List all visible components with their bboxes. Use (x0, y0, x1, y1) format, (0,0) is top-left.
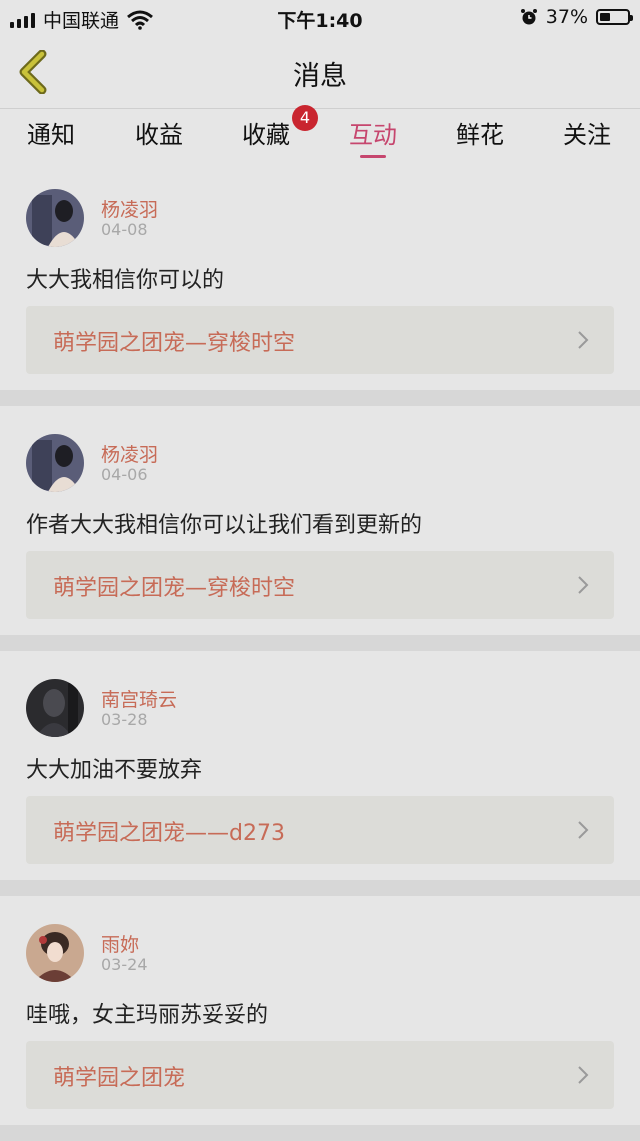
nav-bar: 消息 (0, 36, 640, 109)
avatar[interactable] (26, 434, 84, 492)
chevron-right-icon (578, 331, 589, 349)
battery-icon (596, 9, 633, 25)
book-link[interactable]: 萌学园之团宠—穿梭时空 (26, 306, 614, 374)
battery-percent: 37% (545, 6, 588, 28)
comment-text: 大大加油不要放弃 (26, 758, 203, 783)
book-title: 萌学园之团宠 (53, 1066, 186, 1091)
comment-date: 03-28 (101, 710, 148, 729)
tab-following[interactable]: 关注 (547, 115, 627, 150)
comment-date: 04-06 (101, 465, 148, 484)
book-title: 萌学园之团宠——d273 (53, 821, 285, 846)
user-name[interactable]: 杨凌羽 (101, 195, 158, 222)
book-link[interactable]: 萌学园之团宠 (26, 1041, 614, 1109)
comment-text: 作者大大我相信你可以让我们看到更新的 (26, 513, 423, 538)
user-name[interactable]: 雨妳 (101, 930, 139, 957)
tab-label: 关注 (563, 121, 611, 149)
page-title: 消息 (293, 61, 347, 92)
comment-text: 哇哦，女主玛丽苏妥妥的 (26, 1003, 269, 1028)
list-item: 杨凌羽 04-08 大大我相信你可以的 萌学园之团宠—穿梭时空 (0, 161, 640, 389)
user-name[interactable]: 南宫琦云 (101, 685, 177, 712)
tab-notifications[interactable]: 通知 (11, 115, 91, 150)
book-link[interactable]: 萌学园之团宠—穿梭时空 (26, 551, 614, 619)
status-bar: 中国联通 下午1:40 37% (0, 0, 640, 36)
book-title: 萌学园之团宠—穿梭时空 (53, 331, 296, 356)
tab-label: 收益 (135, 121, 183, 149)
tab-favorites[interactable]: 收藏 4 (226, 105, 318, 150)
avatar[interactable] (26, 189, 84, 247)
user-name[interactable]: 杨凌羽 (101, 440, 158, 467)
tab-bar: 通知 收益 收藏 4 互动 鲜花 关注 (0, 105, 640, 161)
active-tab-indicator (360, 155, 386, 158)
tab-label: 互动 (349, 121, 397, 149)
book-link[interactable]: 萌学园之团宠——d273 (26, 796, 614, 864)
chevron-right-icon (578, 576, 589, 594)
list-item: 南宫琦云 03-28 大大加油不要放弃 萌学园之团宠——d273 (0, 651, 640, 879)
list-item: 雨妳 03-24 哇哦，女主玛丽苏妥妥的 萌学园之团宠 (0, 896, 640, 1124)
chevron-right-icon (578, 1066, 589, 1084)
tab-label: 通知 (27, 121, 75, 149)
divider (0, 635, 640, 651)
alarm-icon (520, 9, 537, 25)
tab-interactions[interactable]: 互动 (333, 115, 413, 158)
avatar[interactable] (26, 924, 84, 982)
comment-text: 大大我相信你可以的 (26, 268, 225, 293)
chevron-right-icon (578, 821, 589, 839)
book-title: 萌学园之团宠—穿梭时空 (53, 576, 296, 601)
comment-date: 04-08 (101, 220, 148, 239)
list-item: 杨凌羽 04-06 作者大大我相信你可以让我们看到更新的 萌学园之团宠—穿梭时空 (0, 406, 640, 634)
status-right: 37% (520, 6, 633, 28)
comment-date: 03-24 (101, 955, 148, 974)
tab-label: 鲜花 (456, 121, 504, 149)
divider (0, 880, 640, 896)
tab-flowers[interactable]: 鲜花 (440, 115, 520, 150)
tab-label: 收藏 (242, 121, 290, 149)
avatar[interactable] (26, 679, 84, 737)
unread-badge: 4 (292, 105, 318, 131)
divider (0, 390, 640, 406)
tab-earnings[interactable]: 收益 (119, 115, 199, 150)
